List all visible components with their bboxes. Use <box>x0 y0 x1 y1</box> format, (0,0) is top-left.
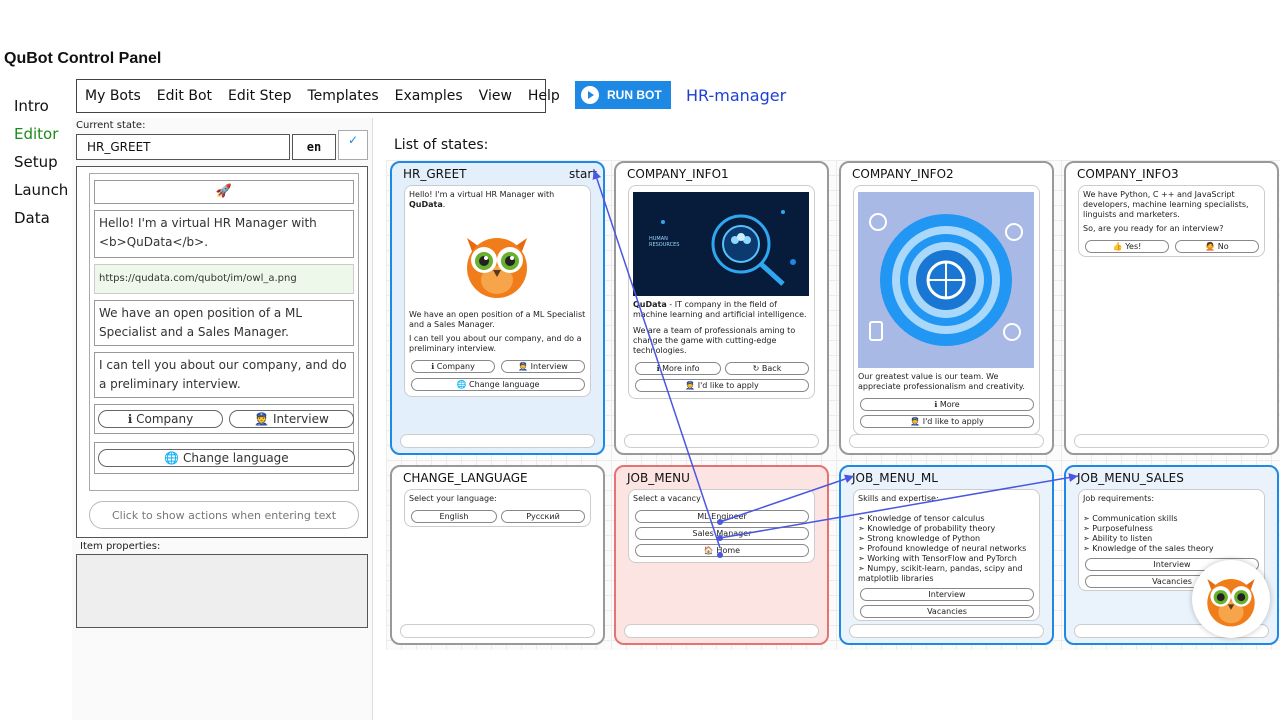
arrow-dot <box>717 552 723 558</box>
arrow-dot <box>717 535 723 541</box>
owl-avatar-button[interactable] <box>1192 560 1270 638</box>
arrow-home-to-hr-greet <box>592 169 721 549</box>
run-bot-button[interactable]: RUN BOT <box>575 81 671 109</box>
nav-launch[interactable]: Launch <box>0 176 72 204</box>
arrow-dot <box>717 519 723 525</box>
app-title: QuBot Control Panel <box>4 50 162 67</box>
menu-edit-step[interactable]: Edit Step <box>220 88 299 104</box>
menu-examples[interactable]: Examples <box>387 88 471 104</box>
run-bot-label: RUN BOT <box>607 88 662 102</box>
owl-icon <box>1207 579 1255 627</box>
text-block-greeting[interactable]: Hello! I'm a virtual HR Manager with <b>… <box>94 210 354 258</box>
nav-intro[interactable]: Intro <box>0 92 72 120</box>
click-hint-button[interactable]: Click to show actions when entering text <box>89 501 359 529</box>
transition-arrows <box>592 169 1079 558</box>
item-properties-panel[interactable] <box>76 554 368 628</box>
left-nav: Intro Editor Setup Launch Data <box>0 92 72 232</box>
text-block-interview[interactable]: I can tell you about our company, and do… <box>94 352 354 398</box>
current-state-input[interactable]: HR_GREET <box>76 134 290 160</box>
company-button[interactable]: ℹ Company <box>98 410 223 428</box>
item-properties-label: Item properties: <box>80 541 161 552</box>
language-field[interactable]: en <box>292 134 336 160</box>
interview-button[interactable]: 👮 Interview <box>229 410 354 428</box>
menu-edit-bot[interactable]: Edit Bot <box>149 88 220 104</box>
buttons-row-1: ℹ Company 👮 Interview <box>94 404 354 434</box>
image-url-block[interactable]: https://qudata.com/qubot/im/owl_a.png <box>94 264 354 294</box>
states-area: List of states: HR_GREET start Hello! I'… <box>376 118 1280 720</box>
buttons-row-2: 🌐 Change language <box>94 442 355 474</box>
nav-data[interactable]: Data <box>0 204 72 232</box>
panel-divider <box>372 118 373 720</box>
menu-view[interactable]: View <box>471 88 520 104</box>
arrow-sales-to-job-menu-sales <box>719 473 1079 539</box>
text-block-positions[interactable]: We have an open position of a ML Special… <box>94 300 354 346</box>
bot-name: HR-manager <box>686 86 787 105</box>
nav-editor[interactable]: Editor <box>0 120 72 148</box>
menu-templates[interactable]: Templates <box>299 88 386 104</box>
editor-panel: Current state: HR_GREET en ✓ 🚀 Hello! I'… <box>72 118 372 720</box>
arrow-ml-to-job-menu-ml <box>719 474 855 523</box>
change-language-button[interactable]: 🌐 Change language <box>98 449 355 467</box>
play-icon <box>581 86 599 104</box>
menu-bar: My Bots Edit Bot Edit Step Templates Exa… <box>76 79 560 113</box>
step-content: 🚀 Hello! I'm a virtual HR Manager with <… <box>89 173 359 491</box>
nav-setup[interactable]: Setup <box>0 148 72 176</box>
menu-help[interactable]: Help <box>520 88 568 104</box>
check-icon[interactable]: ✓ <box>338 130 368 160</box>
menu-my-bots[interactable]: My Bots <box>77 88 149 104</box>
current-state-label: Current state: <box>76 120 146 131</box>
step-editor: 🚀 Hello! I'm a virtual HR Manager with <… <box>76 166 368 538</box>
rocket-icon[interactable]: 🚀 <box>94 180 354 204</box>
